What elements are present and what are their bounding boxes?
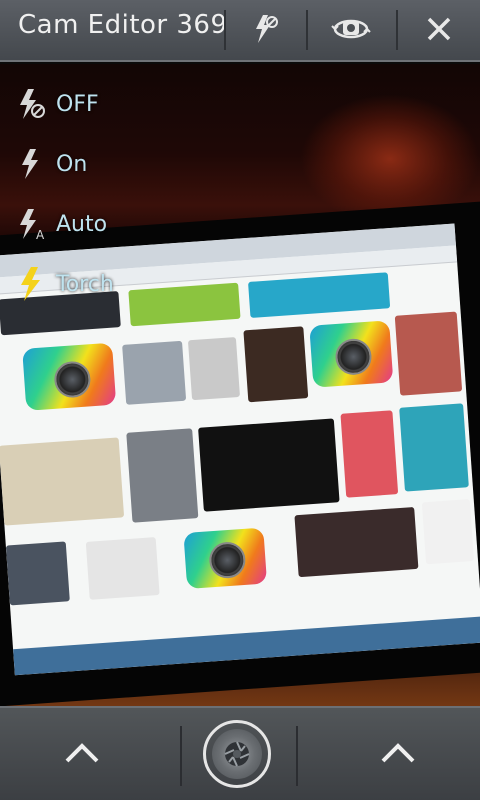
chevron-up-icon bbox=[380, 742, 416, 768]
image-tile bbox=[248, 272, 391, 318]
chevron-up-icon bbox=[64, 742, 100, 768]
bottom-control-bar bbox=[0, 706, 480, 800]
close-button[interactable] bbox=[408, 6, 470, 56]
svg-text:A: A bbox=[36, 228, 45, 241]
image-tile bbox=[243, 326, 309, 403]
close-icon bbox=[425, 15, 453, 47]
flash-on-icon bbox=[14, 144, 48, 184]
image-tile bbox=[340, 410, 399, 498]
image-tile bbox=[128, 282, 241, 327]
shutter-button[interactable] bbox=[203, 720, 271, 788]
flash-option-label: OFF bbox=[56, 91, 99, 117]
lens-graphic bbox=[208, 540, 247, 580]
flash-option-on[interactable]: On bbox=[14, 144, 87, 184]
camera-app: OFF On A Auto Torch Cam Editor 369 bbox=[0, 0, 480, 800]
flash-off-icon bbox=[14, 84, 48, 124]
app-logo-image bbox=[22, 342, 117, 411]
portrait-tile bbox=[394, 311, 463, 396]
shutter-icon bbox=[212, 729, 262, 779]
divider bbox=[296, 726, 298, 786]
image-tile bbox=[5, 541, 70, 606]
image-tile bbox=[0, 437, 125, 526]
switch-camera-icon bbox=[331, 13, 371, 49]
divider bbox=[180, 726, 182, 786]
flash-off-icon bbox=[250, 13, 280, 49]
right-expand-button[interactable] bbox=[358, 730, 438, 780]
image-tile bbox=[126, 428, 199, 523]
os-taskbar bbox=[13, 616, 480, 676]
flash-option-auto[interactable]: A Auto bbox=[14, 204, 107, 244]
image-tile bbox=[187, 337, 241, 401]
flash-option-label: Torch bbox=[56, 271, 114, 297]
flash-option-torch[interactable]: Torch bbox=[14, 264, 114, 304]
flash-mode-button[interactable] bbox=[234, 6, 296, 56]
action-bar: Cam Editor 369 bbox=[0, 0, 480, 62]
torch-icon bbox=[14, 264, 48, 304]
image-tile bbox=[85, 537, 160, 600]
switch-camera-button[interactable] bbox=[320, 6, 382, 56]
flash-option-off[interactable]: OFF bbox=[14, 84, 99, 124]
app-title: Cam Editor 369 bbox=[18, 10, 228, 40]
video-tile bbox=[198, 418, 340, 512]
portrait-tile bbox=[294, 506, 419, 578]
image-tile bbox=[122, 340, 187, 405]
lens-graphic bbox=[334, 337, 373, 377]
flash-option-label: On bbox=[56, 151, 88, 177]
flash-auto-icon: A bbox=[14, 204, 48, 244]
app-logo-image bbox=[309, 320, 394, 388]
divider bbox=[306, 10, 308, 50]
image-tile bbox=[399, 403, 469, 492]
app-logo-image bbox=[183, 527, 268, 590]
flash-option-label: Auto bbox=[56, 211, 108, 237]
image-tile bbox=[421, 499, 475, 565]
divider bbox=[224, 10, 226, 50]
divider bbox=[396, 10, 398, 50]
left-expand-button[interactable] bbox=[42, 730, 122, 780]
lens-graphic bbox=[53, 360, 92, 399]
